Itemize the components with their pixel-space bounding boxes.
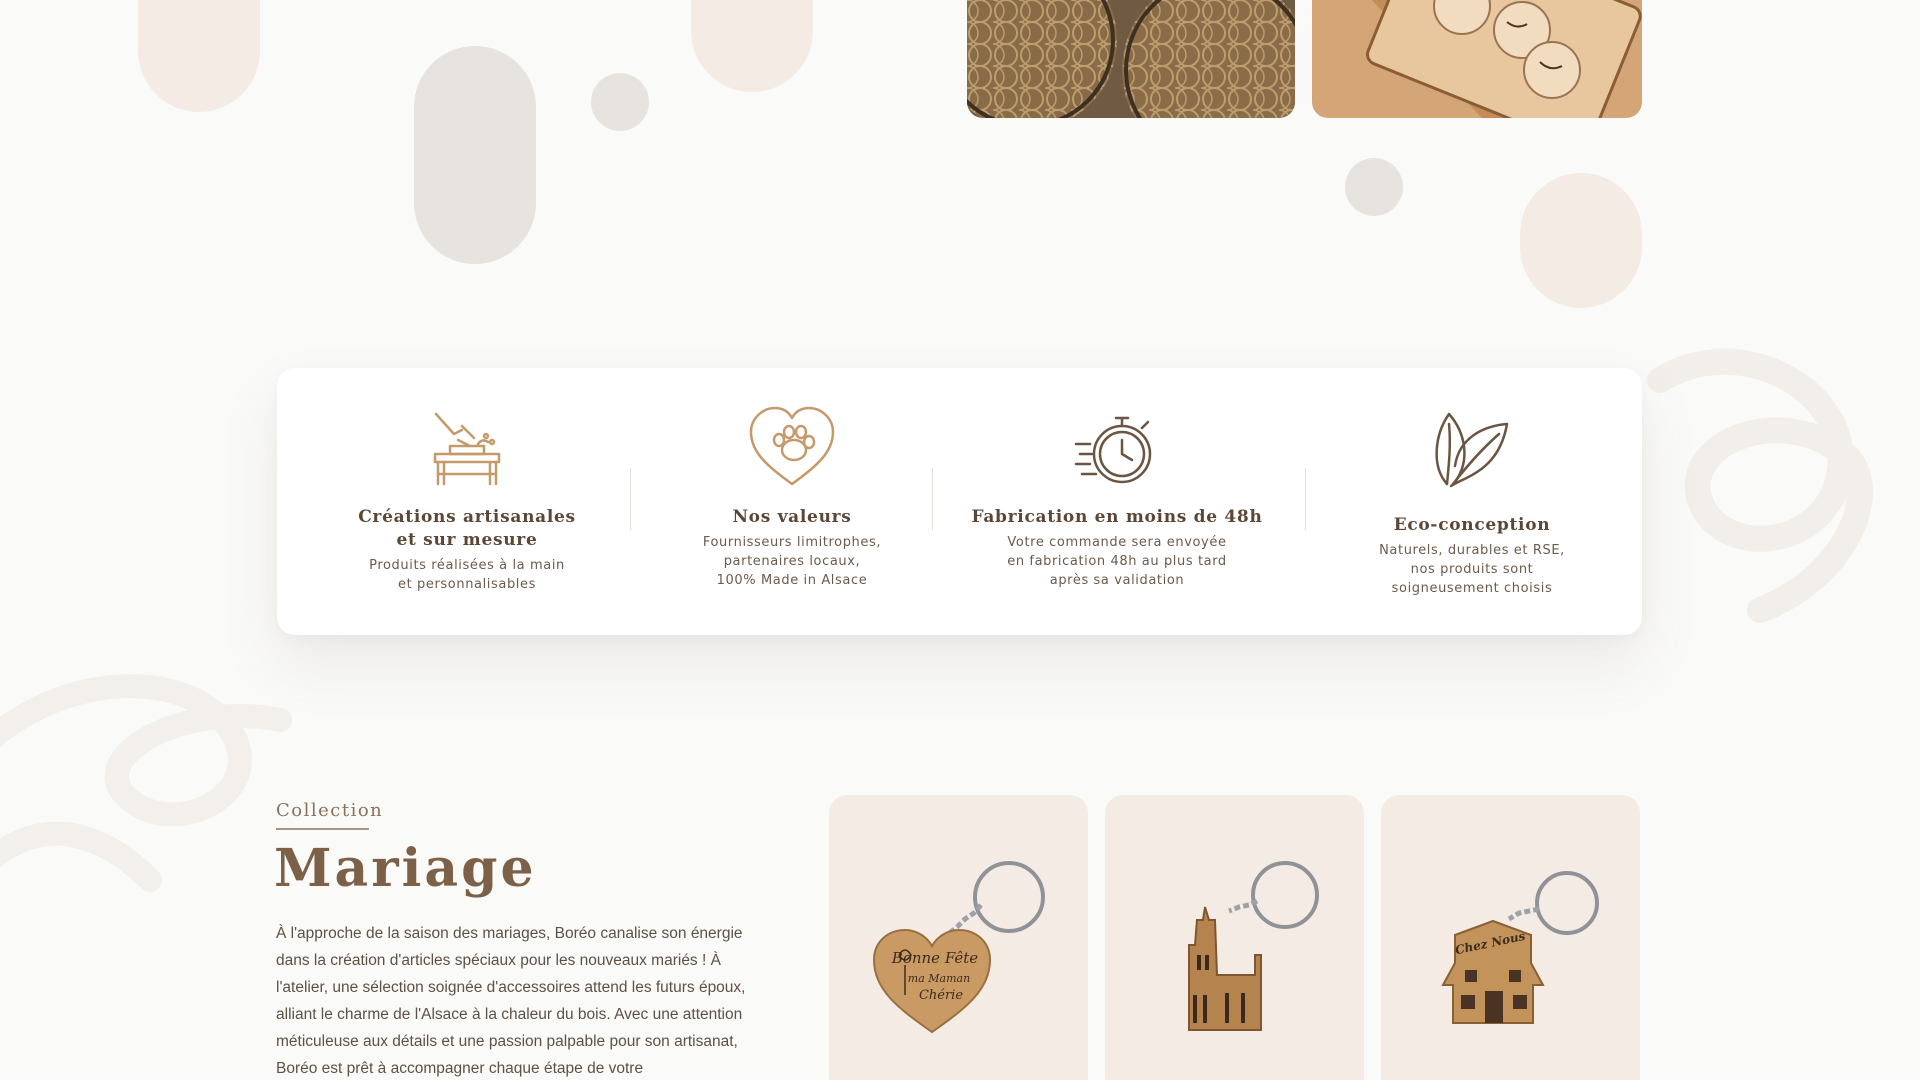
divider xyxy=(1305,468,1306,530)
feature-description: Fournisseurs limitrophes, partenaires lo… xyxy=(702,535,882,588)
decorative-pill xyxy=(414,46,536,264)
feature-title: Nos valeurs xyxy=(732,507,852,527)
engraving-line: ma Maman xyxy=(908,972,970,985)
decorative-pill xyxy=(138,0,260,112)
divider xyxy=(932,468,933,530)
stopwatch-icon xyxy=(1072,404,1162,494)
wooden-tokens-photo[interactable] xyxy=(1312,0,1642,118)
features-card: Créations artisanales et sur mesure Prod… xyxy=(277,368,1642,635)
collection-title: Mariage xyxy=(274,838,537,899)
cathedral-keychain-image xyxy=(1188,861,1319,1031)
house-keychain-image: Chez Nous xyxy=(1441,871,1599,1024)
feature-values: Nos valeurs Fournisseurs limitrophes, pa… xyxy=(657,368,927,635)
feature-fast-production: Fabrication en moins de 48h Votre comman… xyxy=(967,368,1267,635)
divider xyxy=(630,468,631,530)
decorative-pill xyxy=(1520,173,1642,308)
engraving-line: Chérie xyxy=(919,988,963,1003)
heart-keychain-image: Bonne Fête ma Maman Chérie xyxy=(872,861,1045,1034)
collection-description: À l'approche de la saison des mariages, … xyxy=(276,925,746,1077)
feature-description: Naturels, durables et RSE, nos produits … xyxy=(1379,543,1565,596)
decorative-circle xyxy=(591,73,649,131)
feature-title: Eco-conception xyxy=(1393,515,1551,535)
product-card-heart-keychain[interactable]: Bonne Fête ma Maman Chérie xyxy=(829,795,1088,1080)
collection-eyebrow: Collection xyxy=(276,800,384,821)
carpentry-workbench-icon xyxy=(422,404,512,494)
feature-title: Créations artisanales et sur mesure xyxy=(358,507,576,550)
coaster-photo[interactable] xyxy=(967,0,1295,118)
leaf-icon xyxy=(1427,404,1517,494)
eyebrow-underline xyxy=(276,828,369,830)
decorative-circle xyxy=(1345,158,1403,216)
feature-title: Fabrication en moins de 48h xyxy=(971,507,1263,527)
product-card-cathedral-keychain[interactable] xyxy=(1105,795,1364,1080)
feature-eco-design: Eco-conception Naturels, durables et RSE… xyxy=(1337,368,1607,635)
product-card-house-keychain[interactable]: Chez Nous xyxy=(1381,795,1640,1080)
feature-handmade: Créations artisanales et sur mesure Prod… xyxy=(337,368,597,635)
engraving-line: Bonne Fête xyxy=(891,949,979,967)
decorative-swirl-right xyxy=(1647,348,1873,623)
decorative-pill xyxy=(691,0,813,92)
feature-description: Produits réalisées à la main et personna… xyxy=(369,558,565,592)
feature-description: Votre commande sera envoyée en fabricati… xyxy=(1007,535,1227,588)
heart-paw-icon xyxy=(747,404,837,494)
